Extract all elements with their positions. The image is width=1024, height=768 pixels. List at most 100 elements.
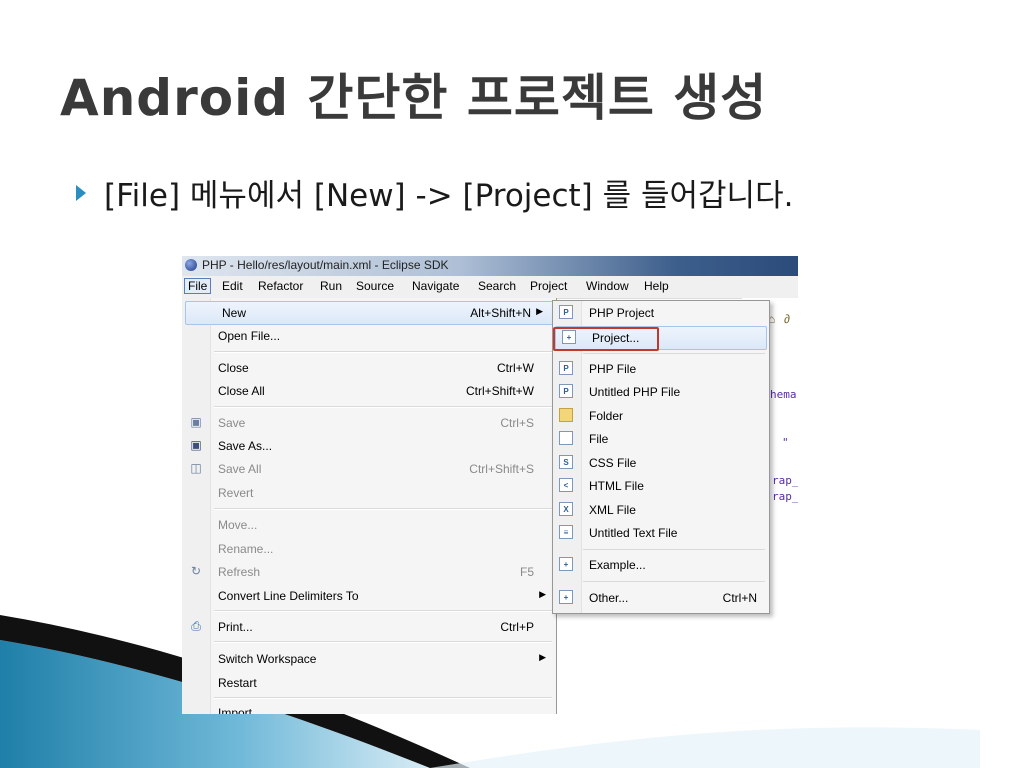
menu-window[interactable]: Window — [586, 279, 629, 293]
submenu-item-html-file[interactable]: < HTML File — [553, 475, 769, 497]
file-menu-item-save-all[interactable]: ◫ Save All Ctrl+Shift+S — [182, 458, 556, 480]
file-menu-item-convert-line-delimiters[interactable]: Convert Line Delimiters To ▶ — [182, 585, 556, 607]
print-icon: ⎙ — [191, 619, 201, 633]
menu-item-label: Switch Workspace — [218, 652, 317, 666]
menu-item-label: Close All — [218, 384, 265, 398]
submenu-item-php-file[interactable]: P PHP File — [553, 358, 769, 380]
menu-item-shortcut: Ctrl+W — [497, 361, 534, 375]
menu-project[interactable]: Project — [530, 279, 567, 293]
menu-item-label: New — [222, 306, 247, 320]
editor-text: hema — [770, 388, 797, 401]
menu-item-shortcut: Ctrl+P — [500, 620, 534, 634]
php-project-icon: P — [559, 305, 573, 319]
submenu-arrow-icon: ▶ — [539, 589, 546, 599]
submenu-arrow-icon: ▶ — [536, 306, 543, 316]
menu-run[interactable]: Run — [320, 279, 342, 293]
php-file-icon: P — [559, 361, 573, 375]
menu-item-label: Save — [218, 416, 246, 430]
file-menu-item-switch-workspace[interactable]: Switch Workspace ▶ — [182, 648, 556, 670]
menu-refactor[interactable]: Refactor — [258, 279, 303, 293]
bullet-item: [File] 메뉴에서 [New] -> [Project] 를 들어갑니다. — [76, 170, 793, 215]
submenu-item-example[interactable]: + Example... — [553, 554, 769, 576]
file-menu-item-close[interactable]: Close Ctrl+W — [182, 357, 556, 379]
file-menu: New Alt+Shift+N ▶ Open File... Close Ctr… — [182, 298, 557, 714]
highlight-box — [553, 327, 659, 351]
submenu-item-php-project[interactable]: P PHP Project — [553, 302, 769, 324]
menu-item-shortcut: Alt+Shift+N — [470, 306, 531, 320]
menu-item-label: File — [589, 432, 609, 446]
menu-separator — [214, 351, 552, 353]
menu-item-label: PHP Project — [589, 306, 655, 320]
submenu-item-css-file[interactable]: S CSS File — [553, 452, 769, 474]
file-menu-item-rename[interactable]: Rename... — [182, 538, 556, 560]
file-menu-item-open-file[interactable]: Open File... — [182, 325, 556, 347]
submenu-item-untitled-text-file[interactable]: ≡ Untitled Text File — [553, 522, 769, 544]
submenu-item-folder[interactable]: Folder — [553, 405, 769, 427]
file-menu-item-revert[interactable]: Revert — [182, 482, 556, 504]
menu-file[interactable]: File — [184, 278, 212, 294]
editor-text: rap_ — [772, 490, 798, 503]
menu-item-label: PHP File — [589, 362, 637, 376]
file-menu-item-save[interactable]: ▣ Save Ctrl+S — [182, 412, 556, 434]
menu-item-shortcut: F5 — [519, 565, 534, 579]
menu-item-shortcut: Ctrl+Shift+S — [469, 462, 534, 476]
menu-item-label: Rename... — [218, 542, 274, 556]
file-menu-item-print[interactable]: ⎙ Print... Ctrl+P — [182, 616, 556, 638]
menu-separator — [214, 641, 552, 643]
menu-item-label: Untitled PHP File — [589, 385, 681, 399]
toolbar-icon: ∂ — [784, 312, 790, 326]
menu-item-label: Refresh — [218, 565, 261, 579]
menu-item-label: Convert Line Delimiters To — [218, 589, 359, 603]
menu-item-label: Import... — [218, 706, 263, 714]
menu-item-label: XML File — [589, 503, 636, 517]
menu-item-label: HTML File — [589, 479, 644, 493]
menu-item-label: Save As... — [218, 439, 273, 453]
bullet-text: [File] 메뉴에서 [New] -> [Project] 를 들어갑니다. — [104, 178, 794, 214]
menu-edit[interactable]: Edit — [222, 279, 243, 293]
save-icon: ▣ — [190, 415, 202, 429]
submenu-item-untitled-php-file[interactable]: P Untitled PHP File — [553, 381, 769, 403]
file-menu-item-restart[interactable]: Restart — [182, 672, 556, 694]
file-icon — [559, 431, 573, 445]
menu-item-shortcut: Ctrl+N — [722, 591, 757, 605]
submenu-item-xml-file[interactable]: X XML File — [553, 499, 769, 521]
submenu-arrow-icon: ▶ — [539, 652, 546, 662]
menu-item-label: Move... — [218, 518, 258, 532]
save-all-icon: ◫ — [190, 461, 202, 475]
menu-item-label: Print... — [218, 620, 253, 634]
menu-separator — [214, 697, 552, 699]
file-menu-item-import[interactable]: Import... — [182, 702, 556, 714]
menu-item-label: Revert — [218, 486, 254, 500]
editor-text: " — [782, 436, 789, 449]
text-file-icon: ≡ — [559, 525, 573, 539]
slide-title: Android 간단한 프로젝트 생성 — [60, 69, 768, 127]
file-menu-item-refresh[interactable]: ↻ Refresh F5 — [182, 561, 556, 583]
folder-icon — [559, 408, 573, 422]
xml-file-icon: X — [559, 502, 573, 516]
menu-separator — [583, 353, 765, 354]
menu-navigate[interactable]: Navigate — [412, 279, 459, 293]
file-menu-item-move[interactable]: Move... — [182, 514, 556, 536]
menu-bar: File Edit Refactor Run Source Navigate S… — [182, 276, 798, 299]
submenu-item-file[interactable]: File — [553, 428, 769, 450]
untitled-php-file-icon: P — [559, 384, 573, 398]
menu-source[interactable]: Source — [356, 279, 394, 293]
menu-search[interactable]: Search — [478, 279, 516, 293]
window-titlebar: PHP - Hello/res/layout/main.xml - Eclips… — [182, 256, 798, 276]
menu-help[interactable]: Help — [644, 279, 669, 293]
save-as-icon: ▣ — [190, 438, 202, 452]
eclipse-screenshot: PHP - Hello/res/layout/main.xml - Eclips… — [182, 256, 798, 714]
submenu-item-other[interactable]: + Other... Ctrl+N — [553, 587, 769, 609]
menu-item-label: Save All — [218, 462, 262, 476]
menu-item-label: Folder — [589, 409, 624, 423]
menu-separator — [214, 406, 552, 408]
file-menu-item-save-as[interactable]: ▣ Save As... — [182, 435, 556, 457]
menu-item-label: Untitled Text File — [589, 526, 678, 540]
bullet-arrow-icon — [76, 184, 86, 201]
file-menu-item-new[interactable]: New Alt+Shift+N ▶ — [185, 301, 554, 325]
file-menu-item-close-all[interactable]: Close All Ctrl+Shift+W — [182, 380, 556, 402]
example-icon: + — [559, 557, 573, 571]
menu-item-shortcut: Ctrl+Shift+W — [465, 384, 534, 398]
menu-separator — [583, 581, 765, 582]
menu-item-label: Open File... — [218, 329, 281, 343]
